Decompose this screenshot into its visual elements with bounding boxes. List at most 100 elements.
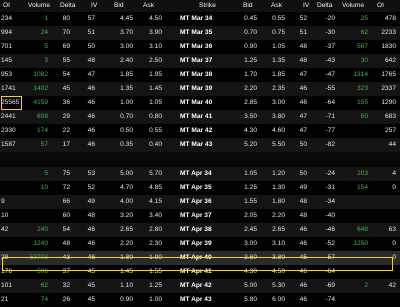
cell-ask-puts: 6.00 [272, 295, 285, 303]
table-row[interactable]: 2330 174 22 46 0.50 0.55 MT Mar 42 4.30 4.60 47 -7… [0, 124, 400, 138]
cell-oi-calls [1, 181, 21, 195]
table-row[interactable]: 10 72 52 4.70 4.85 MT Apr 35 1.25 1.30 49 -31 154 0 [0, 181, 400, 195]
cell-delta-puts: -69 [325, 281, 335, 289]
header-strike[interactable]: Strike [199, 0, 229, 12]
table-row[interactable]: 145 3 55 48 2.40 2.50 MT Mar 37 1.25 1.35 48 -43 30… [0, 54, 400, 69]
header-bid-calls[interactable]: Bid [114, 0, 130, 12]
cell-ask-calls: 4.50 [149, 15, 162, 22]
cell-iv-puts: 47 [299, 127, 307, 135]
cell-oi-puts: 683 [384, 113, 396, 121]
cell-ask-calls: 4.15 [149, 197, 162, 205]
cell-ask-calls: 1.25 [149, 281, 162, 289]
cell-strike: MT Apr 43 [180, 295, 212, 303]
table-row[interactable]: 1587 57 17 46 0.35 0.40 MT Mar 43 5.20 5.50 50 -82… [0, 138, 400, 153]
table-row[interactable]: 234 1 80 57 4.45 4.50 MT Mar 34 0.45 0.55 52 -20 25… [0, 12, 400, 26]
cell-bid-calls: 3.00 [120, 43, 133, 51]
table-row[interactable]: 701 5 69 50 3.00 3.10 MT Mar 36 0.90 1.05 48 -37 56… [0, 40, 400, 54]
table-row[interactable]: 994 24 70 51 3.70 3.90 MT Mar 35 0.70 0.75 51 -30 6… [0, 26, 400, 41]
cell-delta-calls: 69 [62, 43, 70, 51]
header-oi-puts[interactable]: OI [377, 0, 395, 12]
cell-volume-puts [342, 124, 368, 138]
table-row[interactable]: 101 62 32 45 1.10 1.25 MT Apr 42 5.00 5.30 46 -69 2… [0, 278, 400, 293]
table-row[interactable]: 2441 608 29 46 0.70 0.80 MT Mar 41 3.50 3.80 47 -7… [0, 110, 400, 125]
cell-delta-puts: -64 [325, 99, 335, 107]
cell-bid-calls: 3.20 [120, 211, 133, 219]
table-row[interactable]: 42 240 54 46 2.65 2.80 MT Apr 38 2.45 2.65 46 -46 6… [0, 222, 400, 237]
cell-oi-calls: 2330 [1, 127, 16, 135]
cell-delta-calls: 60 [62, 211, 70, 219]
cell-volume-calls: 10 [40, 183, 48, 191]
cell-iv-calls: 46 [87, 239, 95, 247]
cell-ask-calls: 2.30 [149, 239, 162, 247]
cell-delta-puts: -55 [325, 85, 335, 93]
cell-bid-puts: 2.45 [244, 225, 257, 233]
cell-volume-calls: 1 [44, 15, 48, 22]
cell-oi-puts: 257 [384, 127, 396, 135]
header-ask-puts[interactable]: Ask [271, 0, 289, 12]
cell-ask-calls: 4.85 [149, 183, 162, 191]
cell-volume-puts: 2 [364, 281, 368, 289]
header-iv-puts[interactable]: IV [303, 0, 317, 12]
header-volume-calls[interactable]: Volume [28, 0, 56, 12]
header-volume-puts[interactable]: Volume [342, 0, 370, 12]
cell-ask-puts: 2.65 [272, 225, 285, 233]
cell-bid-calls: 0.35 [120, 141, 133, 149]
cell-oi-puts: 478 [384, 15, 396, 22]
table-row[interactable]: 1741 1402 45 46 1.35 1.45 MT Mar 39 2.20 2.35 46 -… [0, 82, 400, 97]
cell-delta-puts: -24 [325, 169, 335, 177]
cell-oi-puts: 1830 [381, 43, 396, 51]
header-oi-calls[interactable]: OI [3, 0, 21, 12]
cell-strike: MT Mar 43 [180, 141, 213, 149]
cell-ask-puts: 1.05 [272, 43, 285, 51]
cell-ask-puts: 3.80 [272, 253, 285, 261]
cell-delta-puts: -57 [325, 253, 335, 261]
cell-iv-puts: 46 [299, 99, 307, 107]
header-delta-puts[interactable]: Delta [317, 0, 339, 12]
cell-volume-calls: 1402 [33, 85, 48, 93]
cell-volume-calls: 1240 [33, 239, 48, 247]
table-row[interactable]: 176 506 37 45 1.45 1.55 MT Apr 41 4.30 4.50 46 -64 [0, 265, 400, 279]
cell-ask-calls: 1.05 [149, 99, 162, 107]
cell-volume-puts: 25 [360, 15, 368, 22]
cell-strike: MT Mar 40 [180, 99, 213, 107]
cell-volume-calls: 5 [44, 43, 48, 51]
cell-bid-calls: 1.80 [120, 253, 133, 261]
table-row[interactable]: 25565 4159 36 46 1.00 1.05 MT Mar 40 2.85 3.00 46… [0, 96, 400, 110]
cell-strike: MT Apr 37 [180, 211, 212, 219]
table-row[interactable]: 953 1082 54 47 1.85 1.95 MT Mar 38 1.70 1.85 47 -4… [0, 68, 400, 82]
cell-ask-puts: 1.20 [272, 169, 285, 177]
cell-volume-calls: 24 [40, 29, 48, 37]
table-row[interactable]: 28 53703 43 46 1.80 1.90 MT Apr 40 3.60 3.80 45 -5… [0, 250, 400, 265]
cell-iv-calls: 48 [87, 57, 95, 65]
cell-ask-calls: 0.80 [149, 113, 162, 121]
header-bid-puts[interactable]: Bid [243, 0, 259, 12]
cell-bid-puts: 3.50 [244, 113, 257, 121]
cell-iv-calls: 46 [87, 85, 95, 93]
header-delta-calls[interactable]: Delta [60, 0, 82, 12]
cell-ask-puts: 3.80 [272, 113, 285, 121]
table-row[interactable]: 1240 48 46 2.20 2.30 MT Apr 39 3.00 3.10 46 -52 12… [0, 237, 400, 251]
cell-delta-puts: -43 [325, 57, 335, 65]
table-row[interactable]: 21 74 26 45 0.90 1.00 MT Apr 43 5.80 6.00 46 -74 [0, 293, 400, 307]
cell-bid-calls: 1.00 [120, 99, 133, 107]
cell-ask-calls: 3.40 [149, 211, 162, 219]
cell-bid-puts: 3.60 [244, 253, 257, 261]
header-iv-calls[interactable]: IV [91, 0, 105, 12]
header-ask-calls[interactable]: Ask [143, 0, 161, 12]
cell-bid-puts: 1.05 [244, 169, 257, 177]
cell-ask-calls: 5.70 [149, 169, 162, 177]
cell-volume-calls: 240 [36, 225, 48, 233]
table-row[interactable]: 9 66 49 4.00 4.15 MT Apr 36 1.55 1.80 48 -34 [0, 194, 400, 209]
cell-bid-puts: 5.80 [244, 295, 257, 303]
cell-iv-calls: 51 [87, 29, 95, 37]
cell-ask-puts: 2.35 [272, 85, 285, 93]
cell-bid-calls: 3.70 [120, 29, 133, 37]
table-row[interactable]: 10 60 48 3.20 3.40 MT Apr 37 2.05 2.20 48 -40 [0, 209, 400, 223]
cell-volume-calls [22, 195, 48, 209]
cell-volume-puts [342, 152, 368, 166]
cell-oi-puts: 63 [388, 225, 396, 233]
cell-bid-puts: 0.70 [244, 29, 257, 37]
cell-bid-puts [236, 152, 257, 166]
cell-iv-calls: 47 [87, 71, 95, 79]
table-row[interactable]: 5 75 53 5.00 5.70 MT Apr 34 1.05 1.20 50 -24 203 4 [0, 166, 400, 181]
